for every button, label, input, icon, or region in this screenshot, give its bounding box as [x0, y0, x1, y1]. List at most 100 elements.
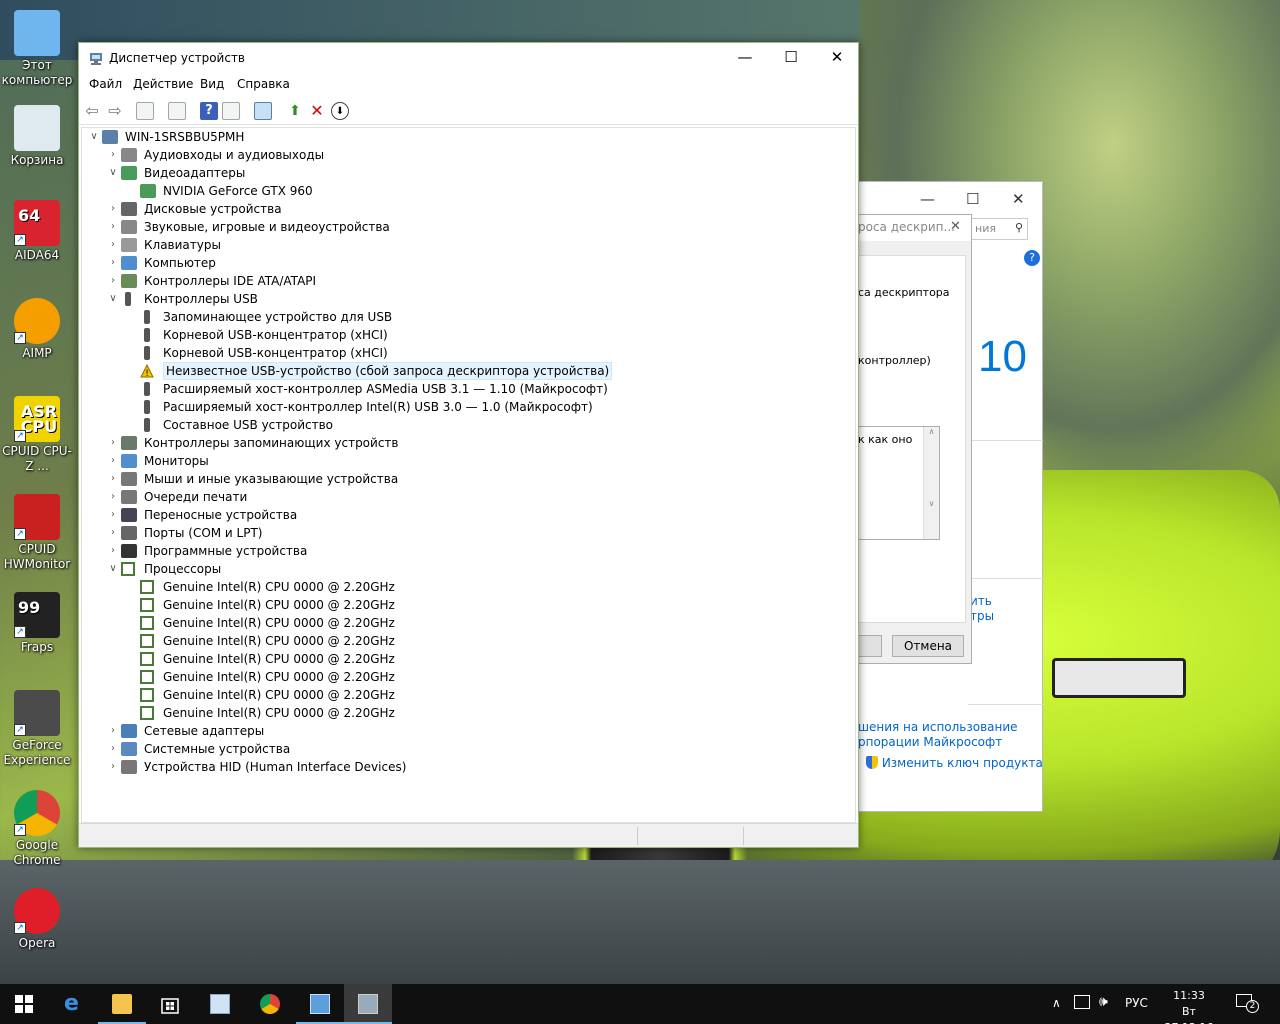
windows-logo-icon: [15, 995, 33, 1013]
device-properties-dialog[interactable]: роса дескрип... ✕ са дескриптора контрол…: [858, 214, 972, 664]
properties-icon[interactable]: [168, 102, 186, 120]
details-icon[interactable]: [222, 102, 240, 120]
minimize-button[interactable]: —: [920, 190, 935, 208]
ok-button[interactable]: [858, 635, 882, 657]
desktop-icon-label: Корзина: [10, 153, 64, 167]
help-icon[interactable]: ?: [200, 102, 218, 120]
expand-icon[interactable]: ›: [107, 146, 119, 164]
start-button[interactable]: [0, 984, 48, 1024]
taskbar-calculator[interactable]: [196, 984, 244, 1024]
clock-date: Вт 27.12.16: [1165, 1005, 1214, 1024]
expand-icon[interactable]: ›: [107, 254, 119, 272]
expand-icon[interactable]: ›: [107, 434, 119, 452]
shield-icon: [866, 756, 878, 769]
tree-item-label: Genuine Intel(R) CPU 0000 @ 2.20GHz: [163, 634, 395, 648]
cpu-icon: [140, 706, 154, 720]
hid-icon: [121, 760, 137, 774]
shortcut-arrow-icon: ↗: [14, 626, 26, 638]
language-indicator[interactable]: РУС: [1125, 996, 1148, 1024]
device-manager-icon: [89, 51, 103, 65]
device-tree[interactable]: ∨ WIN-1SRSBBU5PMH › Аудиовходы и аудиовыход…: [81, 127, 856, 823]
shortcut-arrow-icon: ↗: [14, 922, 26, 934]
cancel-button[interactable]: Отмена: [892, 635, 964, 657]
volume-icon[interactable]: 🕪: [1099, 994, 1108, 1024]
tree-item-label: Компьютер: [144, 256, 216, 270]
dialog-close-button[interactable]: ✕: [950, 219, 961, 234]
menu-help[interactable]: Справка: [237, 77, 290, 91]
desktop-icon-cpuz[interactable]: ASR CPU ↗ CPUID CPU-Z ...: [0, 396, 74, 474]
desktop-icon-this-pc[interactable]: Этот компьютер: [0, 10, 74, 88]
device-manager-window[interactable]: Диспетчер устройств — ☐ ✕ Файл Действие …: [78, 42, 859, 848]
menu-view[interactable]: Вид: [200, 77, 224, 91]
expand-icon[interactable]: ›: [107, 452, 119, 470]
expand-icon[interactable]: ›: [107, 740, 119, 758]
keyboard-icon: [121, 238, 137, 252]
menu-action[interactable]: Действие: [133, 77, 193, 91]
taskbar-edge[interactable]: e: [50, 984, 98, 1024]
desktop-icon-hwmonitor[interactable]: ↗ CPUID HWMonitor: [0, 494, 74, 572]
desktop-icon-fraps[interactable]: 99 ↗ Fraps: [0, 592, 74, 655]
taskbar-device-manager[interactable]: [344, 984, 392, 1024]
expand-icon[interactable]: ›: [107, 722, 119, 740]
device-status-box[interactable]: к как оно ∧ ∨: [858, 426, 940, 540]
update-driver-icon[interactable]: ⬆: [286, 102, 304, 120]
shortcut-arrow-icon: ↗: [14, 528, 26, 540]
forward-icon[interactable]: ⇨: [106, 102, 124, 120]
portable-icon: [121, 508, 137, 522]
expand-icon[interactable]: ›: [107, 218, 119, 236]
action-center[interactable]: 2: [1236, 994, 1260, 1014]
license-link-1[interactable]: шения на использование: [858, 720, 1018, 734]
desktop-icon-opera[interactable]: ↗ Opera: [0, 888, 74, 951]
expand-icon[interactable]: ›: [107, 542, 119, 560]
desktop-icon-recycle-bin[interactable]: Корзина: [0, 105, 74, 168]
title-bar[interactable]: Диспетчер устройств — ☐ ✕: [79, 43, 858, 73]
collapse-icon[interactable]: ∨: [107, 560, 119, 578]
desktop-icon-label: CPUID HWMonitor: [3, 542, 71, 571]
menu-file[interactable]: Файл: [89, 77, 122, 91]
expand-icon[interactable]: ›: [107, 758, 119, 776]
maximize-button[interactable]: ☐: [768, 43, 814, 73]
minimize-button[interactable]: —: [722, 43, 768, 73]
expand-icon[interactable]: ›: [107, 200, 119, 218]
desktop-icon-aimp[interactable]: ↗ AIMP: [0, 298, 74, 361]
expand-icon[interactable]: ›: [107, 506, 119, 524]
clock[interactable]: 11:33 Вт 27.12.16: [1158, 988, 1220, 1024]
scrollbar[interactable]: ∧ ∨: [923, 427, 939, 539]
network-icon[interactable]: [1074, 995, 1090, 1009]
device-description: са дескриптора: [858, 286, 950, 299]
scan-hardware-icon[interactable]: [254, 102, 272, 120]
expand-icon[interactable]: ›: [107, 236, 119, 254]
desktop-icon-geforce-experience[interactable]: ↗ GeForce Experience: [0, 690, 74, 768]
taskbar-control-panel[interactable]: [296, 984, 344, 1024]
collapse-icon[interactable]: ∨: [107, 290, 119, 308]
maximize-button[interactable]: ☐: [966, 190, 979, 208]
taskbar-file-explorer[interactable]: [98, 984, 146, 1024]
expand-icon[interactable]: ›: [107, 488, 119, 506]
settings-link-1[interactable]: ить: [970, 594, 992, 608]
monitor-icon: [121, 454, 137, 468]
settings-link-2[interactable]: тры: [970, 609, 994, 623]
uninstall-icon[interactable]: ✕: [308, 102, 326, 120]
cpu-icon: [140, 598, 154, 612]
taskbar-chrome[interactable]: [246, 984, 294, 1024]
back-icon[interactable]: ⇦: [83, 102, 101, 120]
collapse-icon[interactable]: ∨: [107, 164, 119, 182]
expand-icon[interactable]: ›: [107, 470, 119, 488]
help-icon[interactable]: ?: [1024, 250, 1040, 266]
disable-device-icon[interactable]: ⬇: [331, 102, 349, 120]
close-button[interactable]: ✕: [814, 43, 860, 73]
show-hidden-icons-icon[interactable]: ∧: [1052, 996, 1061, 1024]
taskbar-store[interactable]: [146, 984, 194, 1024]
collapse-icon[interactable]: ∨: [88, 128, 100, 146]
show-hide-tree-icon[interactable]: [136, 102, 154, 120]
change-product-key-link[interactable]: Изменить ключ продукта: [866, 756, 1043, 770]
search-box[interactable]: ния ⚲: [970, 218, 1028, 240]
close-button[interactable]: ✕: [1012, 190, 1025, 208]
display-adapter-icon: [121, 166, 137, 180]
license-link-2[interactable]: рпорации Майкрософт: [858, 735, 1002, 749]
desktop-icon-google-chrome[interactable]: ↗ Google Chrome: [0, 790, 74, 868]
desktop-icon-aida64[interactable]: 64 ↗ AIDA64: [0, 200, 74, 263]
expand-icon[interactable]: ›: [107, 524, 119, 542]
expand-icon[interactable]: ›: [107, 272, 119, 290]
shortcut-arrow-icon: ↗: [14, 234, 26, 246]
